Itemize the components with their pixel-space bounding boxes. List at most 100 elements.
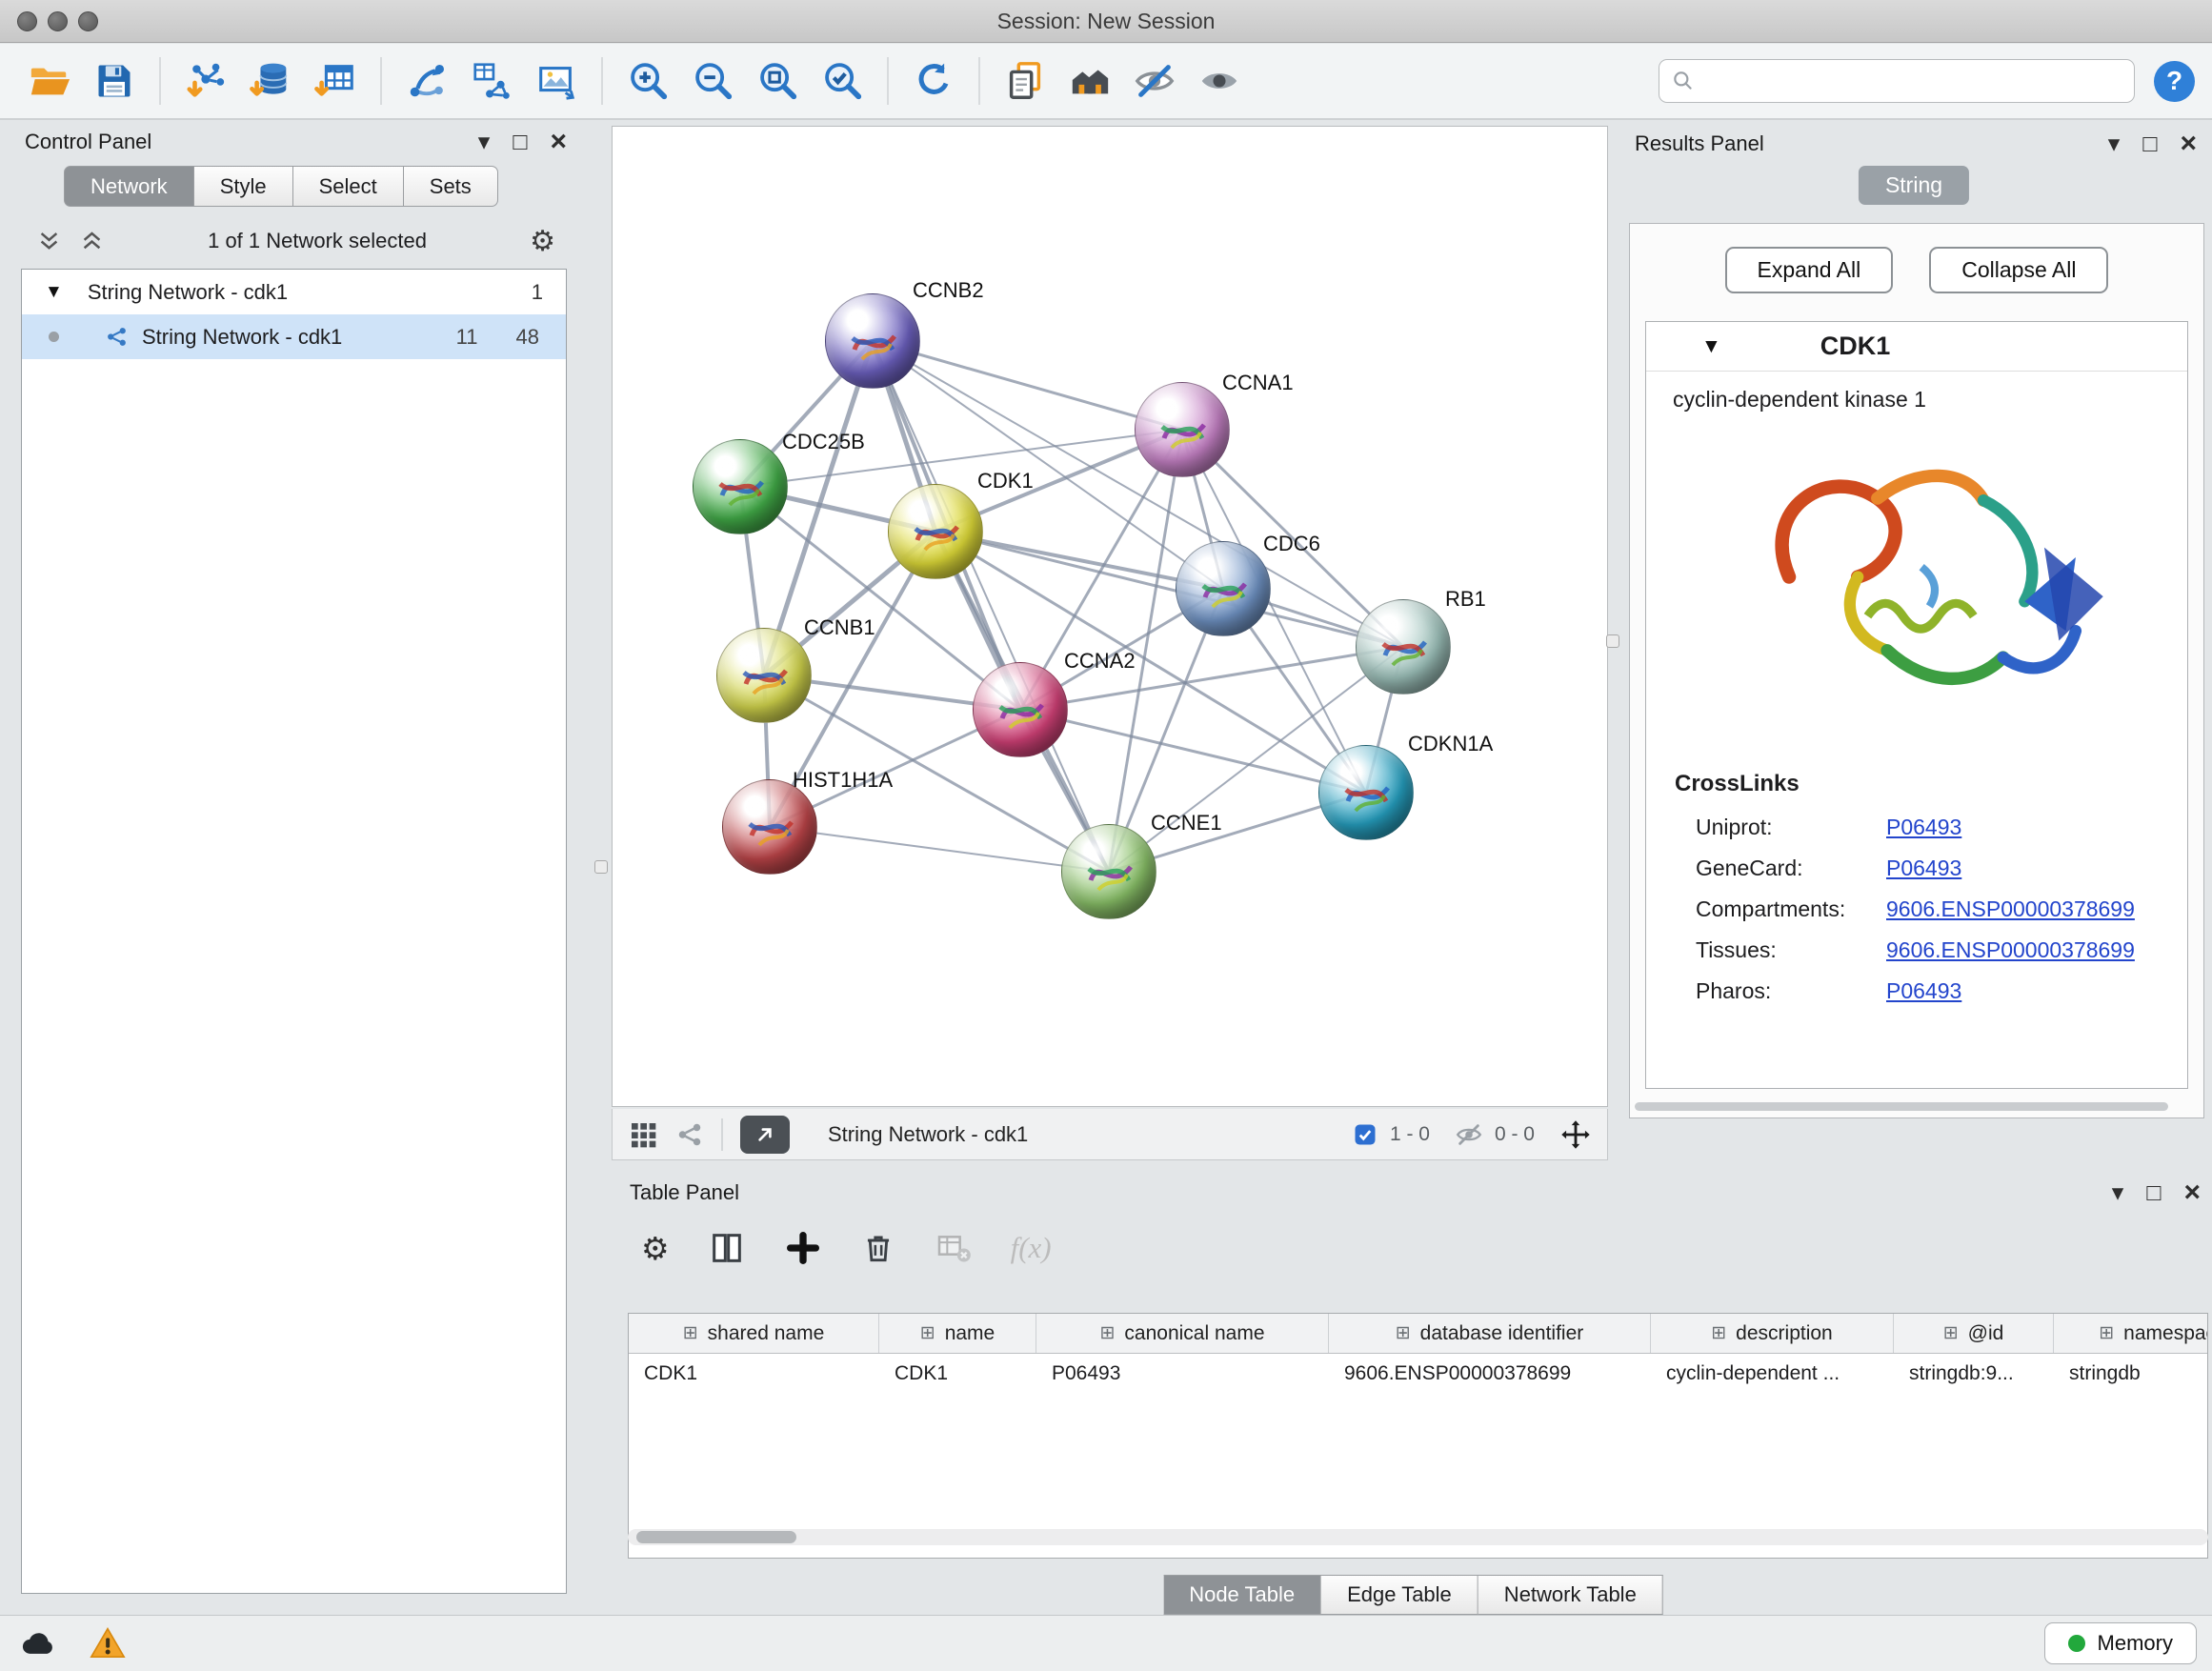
annotation-clipboard-button[interactable]	[999, 53, 1051, 109]
close-panel-icon[interactable]: ×	[2183, 1178, 2201, 1207]
expand-all-button[interactable]: Expand All	[1725, 247, 1894, 293]
network-node-ccnb2[interactable]	[825, 293, 920, 389]
column-header--id[interactable]: ⊞@id	[1894, 1314, 2054, 1353]
collapse-panel-icon[interactable]: ▾	[2108, 132, 2121, 156]
network-node-cdc6[interactable]	[1176, 541, 1271, 636]
table-horizontal-scrollbar[interactable]	[628, 1529, 2208, 1545]
network-node-ccnb1[interactable]	[716, 628, 812, 723]
export-image-button[interactable]	[531, 53, 582, 109]
network-node-rb1[interactable]	[1356, 599, 1451, 695]
expand-all-icon[interactable]	[79, 229, 105, 254]
network-edge[interactable]	[770, 827, 1109, 872]
column-header-name[interactable]: ⊞name	[879, 1314, 1036, 1353]
warning-icon[interactable]	[88, 1624, 128, 1662]
table-cell[interactable]: stringdb	[2054, 1354, 2208, 1396]
float-panel-icon[interactable]: □	[2142, 132, 2157, 156]
network-node-ccna1[interactable]	[1135, 382, 1230, 477]
show-all-button[interactable]	[1194, 53, 1245, 109]
tab-sets[interactable]: Sets	[404, 166, 498, 207]
network-options-gear-icon[interactable]: ⚙	[530, 225, 555, 258]
grid-view-icon[interactable]	[628, 1119, 658, 1150]
table-cell[interactable]: cyclin-dependent ...	[1651, 1354, 1894, 1396]
tree-expand-icon[interactable]: ▼	[45, 282, 63, 303]
close-panel-icon[interactable]: ×	[2180, 130, 2197, 158]
new-network-button[interactable]	[401, 53, 452, 109]
tab-edge-table[interactable]: Edge Table	[1321, 1575, 1478, 1615]
network-canvas[interactable]: CCNB2CCNA1CDC25BCDK1CDC6RB1CCNB1CCNA2CDK…	[612, 126, 1608, 1107]
tab-node-table[interactable]: Node Table	[1163, 1575, 1321, 1615]
show-columns-icon[interactable]	[708, 1229, 746, 1267]
table-cell[interactable]: CDK1	[879, 1354, 1036, 1396]
zoom-out-button[interactable]	[687, 53, 738, 109]
table-cell[interactable]: CDK1	[629, 1354, 879, 1396]
collapse-panel-icon[interactable]: ▾	[478, 131, 491, 154]
collapse-all-button[interactable]: Collapse All	[1929, 247, 2108, 293]
network-edge[interactable]	[1020, 710, 1366, 793]
tab-network-table[interactable]: Network Table	[1478, 1575, 1663, 1615]
network-node-hist1h1a[interactable]	[722, 779, 817, 875]
help-button[interactable]: ?	[2154, 61, 2195, 102]
network-edge[interactable]	[935, 532, 1403, 647]
network-node-ccne1[interactable]	[1061, 824, 1156, 919]
delete-column-trash-icon[interactable]	[860, 1230, 896, 1266]
zoom-fit-button[interactable]	[752, 53, 803, 109]
splitter-handle[interactable]	[594, 860, 608, 874]
section-caret-icon[interactable]: ▼	[1701, 335, 1721, 358]
network-node-cdc25b[interactable]	[693, 439, 788, 534]
search-input[interactable]	[1659, 59, 2135, 103]
table-data-row[interactable]: CDK1CDK1P064939606.ENSP00000378699cyclin…	[629, 1354, 2207, 1396]
collapse-panel-icon[interactable]: ▾	[2112, 1181, 2124, 1205]
window-zoom-button[interactable]	[78, 11, 98, 31]
float-panel-icon[interactable]: □	[513, 131, 527, 154]
crosslink-link[interactable]: 9606.ENSP00000378699	[1886, 937, 2135, 963]
column-header-canonical-name[interactable]: ⊞canonical name	[1036, 1314, 1329, 1353]
open-session-button[interactable]	[24, 53, 75, 109]
float-panel-icon[interactable]: □	[2146, 1181, 2161, 1205]
collapse-all-icon[interactable]	[36, 229, 62, 254]
network-edge[interactable]	[873, 341, 1109, 872]
import-network-from-database-button[interactable]	[245, 53, 296, 109]
save-session-button[interactable]	[89, 53, 140, 109]
table-cell[interactable]: P06493	[1036, 1354, 1329, 1396]
tab-network[interactable]: Network	[64, 166, 194, 207]
network-node-ccna2[interactable]	[973, 662, 1068, 757]
network-row-selected[interactable]: String Network - cdk1 11 48	[22, 314, 566, 359]
birdseye-toggle-button[interactable]	[740, 1116, 790, 1154]
table-cell[interactable]: 9606.ENSP00000378699	[1329, 1354, 1651, 1396]
protein-card-header[interactable]: ▼ CDK1	[1646, 322, 2187, 372]
function-builder-icon[interactable]: f(x)	[1011, 1231, 1052, 1265]
crosslink-link[interactable]: P06493	[1886, 978, 1961, 1004]
network-collection-row[interactable]: ▼ String Network - cdk1 1	[22, 270, 566, 314]
hidden-eye-slash-icon[interactable]	[1455, 1120, 1483, 1149]
table-options-gear-icon[interactable]: ⚙	[641, 1230, 670, 1267]
network-overview-icon[interactable]	[675, 1120, 704, 1149]
table-cell[interactable]: stringdb:9...	[1894, 1354, 2054, 1396]
import-table-from-file-button[interactable]	[310, 53, 361, 109]
add-column-icon[interactable]	[784, 1229, 822, 1267]
column-header-namespace[interactable]: ⊞namespace	[2054, 1314, 2208, 1353]
scrollbar-thumb[interactable]	[636, 1531, 796, 1543]
window-minimize-button[interactable]	[48, 11, 68, 31]
refresh-button[interactable]	[908, 53, 959, 109]
results-scrollbar-thumb[interactable]	[1635, 1102, 2168, 1111]
pan-crosshair-icon[interactable]	[1559, 1118, 1592, 1151]
splitter-handle[interactable]	[1606, 634, 1619, 648]
crosslink-link[interactable]: 9606.ENSP00000378699	[1886, 896, 2135, 922]
column-header-database-identifier[interactable]: ⊞database identifier	[1329, 1314, 1651, 1353]
column-header-shared-name[interactable]: ⊞shared name	[629, 1314, 879, 1353]
import-network-from-file-button[interactable]	[180, 53, 231, 109]
crosslink-link[interactable]: P06493	[1886, 856, 1961, 881]
cloud-icon[interactable]	[15, 1624, 61, 1662]
delete-table-icon[interactable]	[935, 1229, 973, 1267]
network-from-table-button[interactable]	[466, 53, 517, 109]
column-header-description[interactable]: ⊞description	[1651, 1314, 1894, 1353]
string-tab-badge[interactable]: String	[1859, 166, 1969, 205]
layout-button[interactable]	[1064, 53, 1116, 109]
memory-button[interactable]: Memory	[2044, 1622, 2197, 1664]
zoom-in-button[interactable]	[622, 53, 674, 109]
close-panel-icon[interactable]: ×	[550, 128, 567, 156]
network-node-cdk1[interactable]	[888, 484, 983, 579]
hide-selected-button[interactable]	[1129, 53, 1180, 109]
zoom-selected-button[interactable]	[816, 53, 868, 109]
crosslink-link[interactable]: P06493	[1886, 815, 1961, 840]
